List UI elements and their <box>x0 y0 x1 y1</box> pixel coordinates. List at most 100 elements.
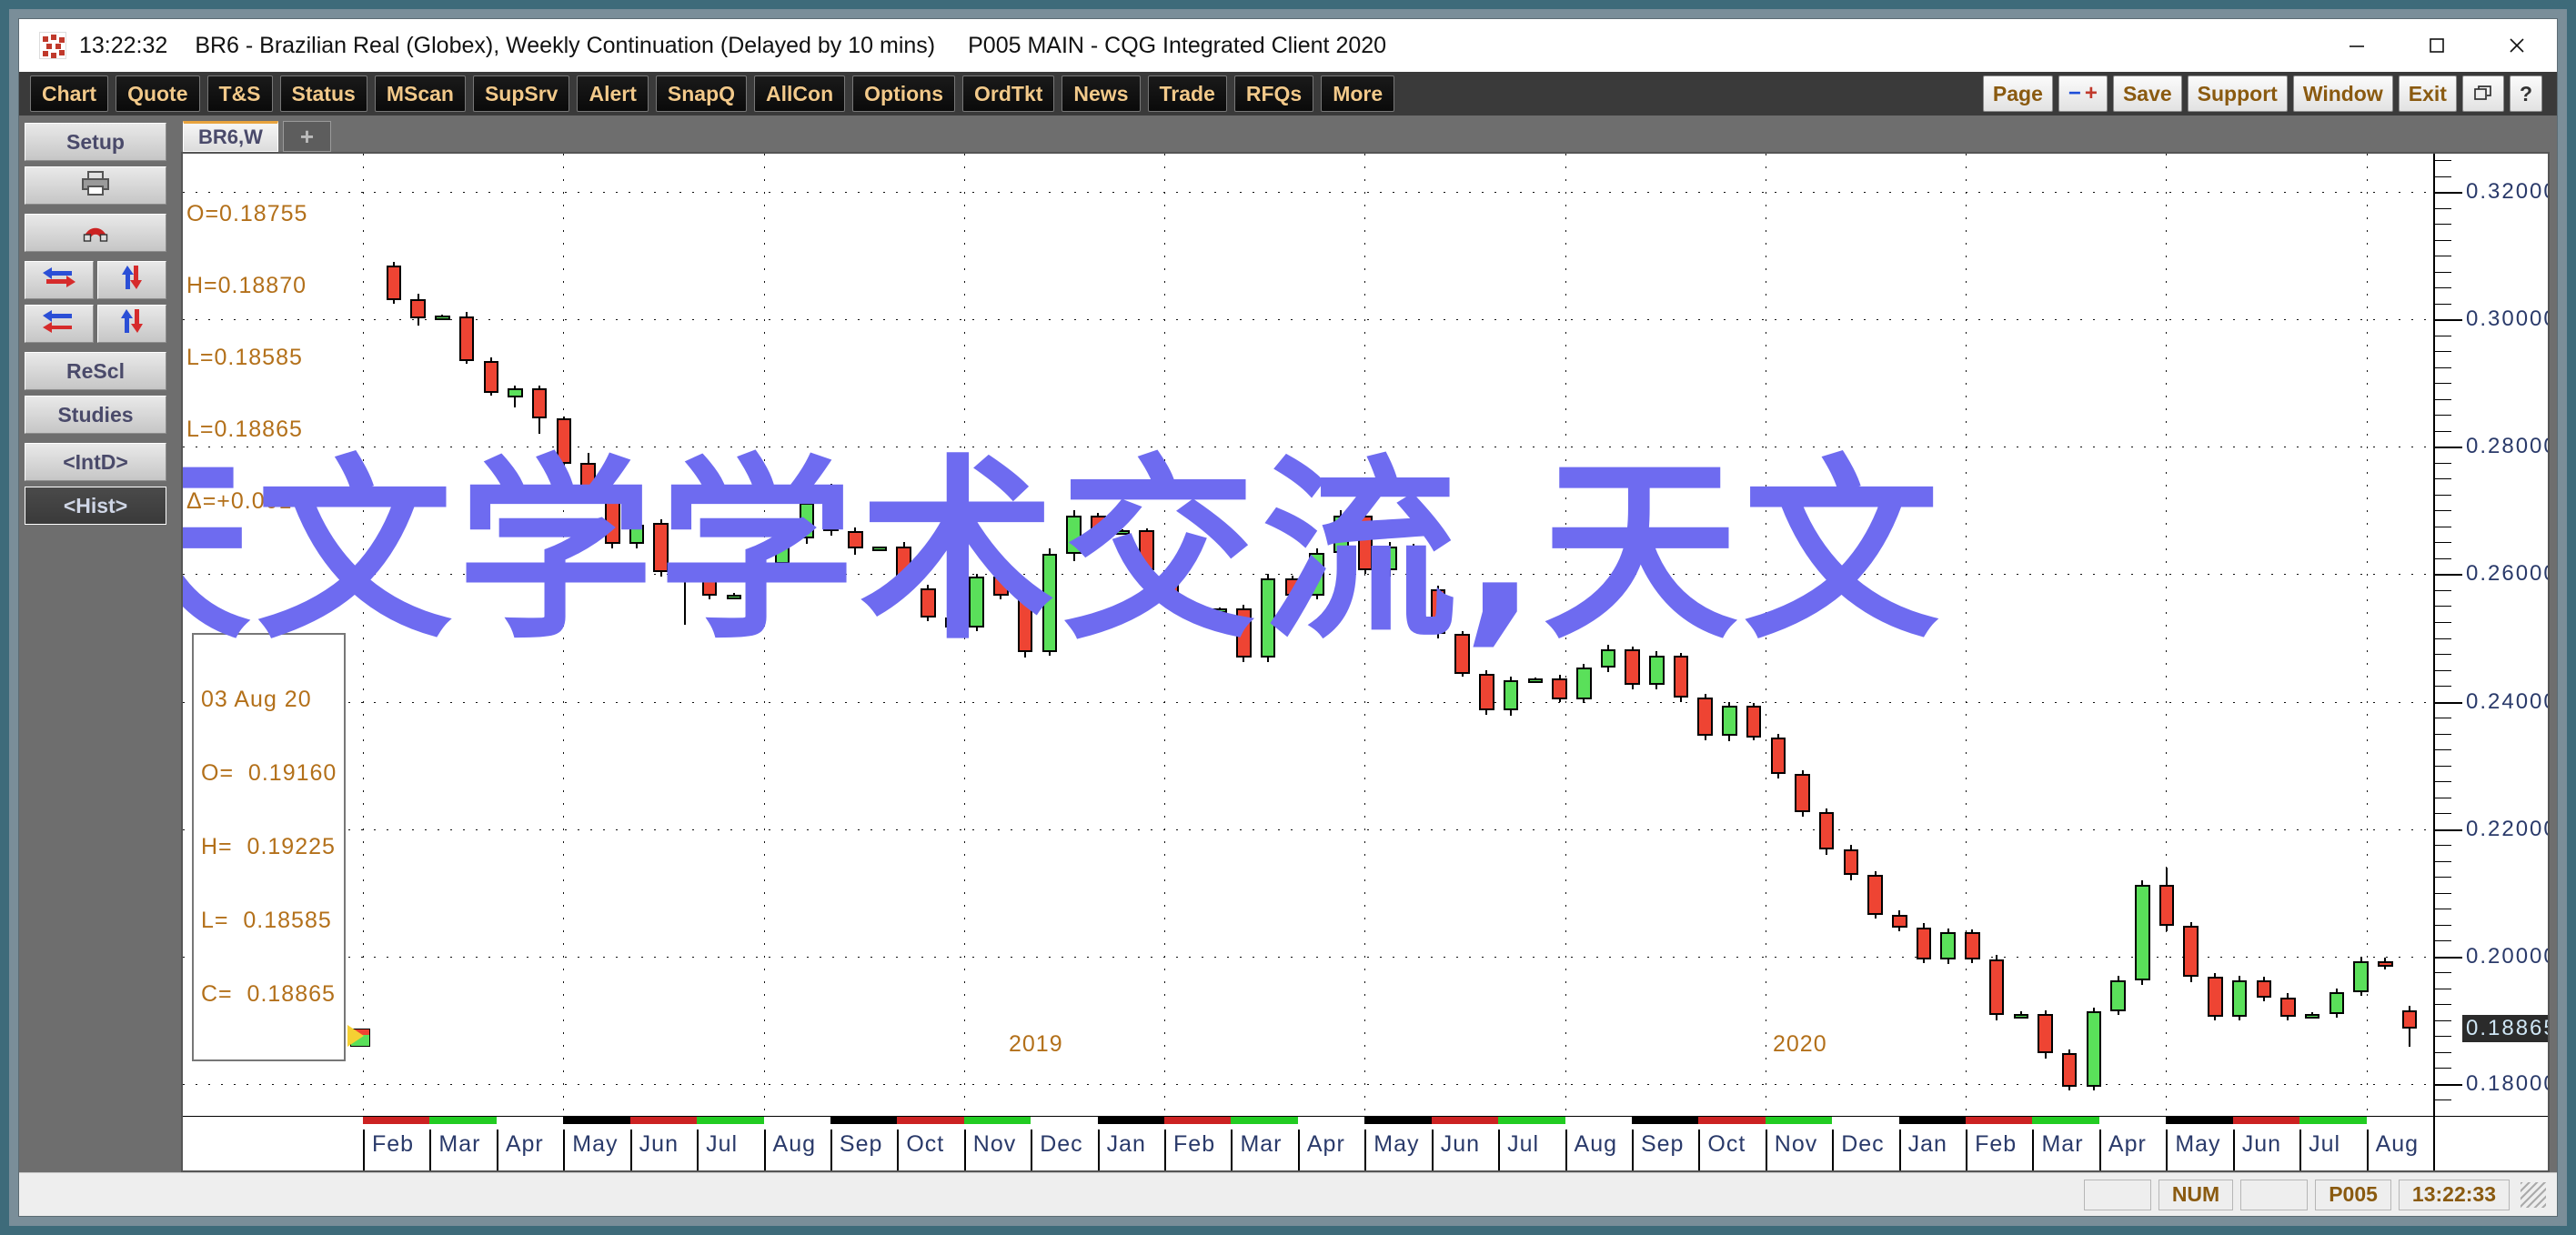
candle-body <box>848 530 863 549</box>
compress-vertical-button[interactable] <box>96 305 166 343</box>
contract-segment-bar <box>763 1117 830 1124</box>
candle-body <box>1066 515 1082 554</box>
time-axis-label: Jul <box>1507 1131 1540 1157</box>
price-axis-minor-tick <box>2435 557 2451 559</box>
toolbar-button-alert[interactable]: Alert <box>577 75 649 112</box>
price-axis[interactable]: 0.32000 0.30000 0.28000 0.26000 0.24000 0.220… <box>2433 154 2548 1117</box>
candlestick <box>1503 154 1519 1116</box>
candle-body <box>629 524 645 544</box>
rescale-button[interactable]: ReScl <box>25 352 166 390</box>
price-axis-minor-tick <box>2435 574 2451 576</box>
candle-body <box>2061 1053 2078 1087</box>
toolbar-button-quote[interactable]: Quote <box>116 75 200 112</box>
candle-body <box>1260 577 1276 658</box>
candle-body <box>944 618 961 628</box>
toolbar-button-ordtkt[interactable]: OrdTkt <box>962 75 1055 112</box>
price-axis-minor-tick <box>2435 686 2451 688</box>
candlestick <box>458 154 475 1116</box>
price-axis-minor-tick <box>2435 781 2451 783</box>
print-button[interactable] <box>25 166 166 205</box>
price-axis-minor-tick <box>2435 924 2451 926</box>
contract-segment-bar <box>897 1117 964 1124</box>
current-price-label: 0.18865 <box>2462 1015 2548 1043</box>
toolbar-button-rfqs[interactable]: RFQs <box>1233 75 1314 112</box>
candlestick <box>1673 154 1689 1116</box>
restore-window-button[interactable] <box>2461 75 2504 112</box>
status-time: 13:22:33 <box>2398 1179 2510 1210</box>
support-button[interactable]: Support <box>2187 75 2288 112</box>
page-button[interactable]: Page <box>1982 75 2053 112</box>
time-axis[interactable]: Feb Mar Apr May Jun Jul Aug Sep Oct Nov Dec Jan Feb M… <box>183 1116 2433 1170</box>
help-button[interactable]: ? <box>2509 75 2542 112</box>
candle-body <box>1940 932 1956 959</box>
candle-body <box>2353 961 2369 993</box>
candlestick <box>410 154 426 1116</box>
candle-body <box>701 567 718 597</box>
tab-br6-weekly[interactable]: BR6,W <box>183 121 278 152</box>
candle-body <box>1212 607 1228 613</box>
candle-body <box>605 496 620 544</box>
price-plot-area[interactable]: O=0.18755 H=0.18870 L=0.18585 L=0.18865 … <box>183 154 2433 1116</box>
instrument-title: BR6 - Brazilian Real (Globex), Weekly Co… <box>195 32 936 58</box>
toolbar-button-ts[interactable]: T&S <box>206 75 273 112</box>
time-axis-month-cell: Jul <box>2299 1130 2366 1170</box>
save-button[interactable]: Save <box>2112 75 2182 112</box>
candle-body <box>726 594 742 599</box>
candle-body <box>1163 570 1179 606</box>
pan-horizontal-button[interactable] <box>25 261 95 299</box>
candle-body <box>1552 678 1567 699</box>
bar-detail-close: C= 0.18865 <box>201 981 336 1007</box>
toolbar-button-options[interactable]: Options <box>852 75 956 112</box>
resize-grip[interactable] <box>2521 1181 2546 1208</box>
magnet-snap-button[interactable] <box>25 214 166 252</box>
minimize-button[interactable] <box>2317 19 2397 72</box>
setup-button[interactable]: Setup <box>25 123 166 161</box>
chart-container[interactable]: O=0.18755 H=0.18870 L=0.18585 L=0.18865 … <box>181 152 2550 1172</box>
toolbar-button-supsrv[interactable]: SupSrv <box>472 75 570 112</box>
time-axis-label: Aug <box>2375 1131 2420 1157</box>
toolbar-button-allcon[interactable]: AllCon <box>754 75 846 112</box>
close-button[interactable] <box>2477 19 2557 72</box>
candlestick <box>2329 154 2345 1116</box>
toolbar-button-trade[interactable]: Trade <box>1147 75 1227 112</box>
candlestick <box>701 154 718 1116</box>
contract-segment-bar <box>496 1117 564 1124</box>
candlestick <box>774 154 790 1116</box>
toolbar-button-chart[interactable]: Chart <box>30 75 109 112</box>
candlestick <box>1940 154 1956 1116</box>
time-axis-month-cell: Nov <box>1765 1130 1832 1170</box>
intraday-button[interactable]: <IntD> <box>25 443 166 481</box>
toolbar-button-mscan[interactable]: MScan <box>374 75 466 112</box>
exit-button[interactable]: Exit <box>2398 75 2457 112</box>
candle-body <box>1625 649 1640 686</box>
time-axis-label: Jun <box>2241 1131 2282 1157</box>
price-axis-minor-tick <box>2435 176 2451 177</box>
candlestick <box>483 154 499 1116</box>
price-axis-minor-tick <box>2435 765 2451 767</box>
pan-vertical-button[interactable] <box>96 261 166 299</box>
window-button[interactable]: Window <box>2292 75 2393 112</box>
candlestick <box>2378 154 2393 1116</box>
candlestick <box>871 154 888 1116</box>
candle-body <box>1382 546 1397 571</box>
toolbar-button-status[interactable]: Status <box>279 75 367 112</box>
studies-button[interactable]: Studies <box>25 396 166 434</box>
compress-horizontal-button[interactable] <box>25 305 95 343</box>
candlestick <box>1965 154 1980 1116</box>
toolbar-button-more[interactable]: More <box>1321 75 1395 112</box>
zoom-stepper-button[interactable]: − + <box>2058 75 2108 112</box>
bar-detail-box: 03 Aug 20 O= 0.19160 H= 0.19225 L= 0.185… <box>192 633 347 1061</box>
toolbar-button-news[interactable]: News <box>1062 75 1141 112</box>
body-area: Setup ReScl Studies <IntD> <Hist> BR6,W … <box>19 115 2557 1172</box>
candle-body <box>1916 927 1932 959</box>
contract-segment-bar <box>1164 1117 1232 1124</box>
contract-segment-bar <box>1031 1117 1098 1124</box>
add-tab-button[interactable]: + <box>282 121 332 152</box>
toolbar-button-snapq[interactable]: SnapQ <box>655 75 748 112</box>
candlestick <box>2231 154 2248 1116</box>
last-price-pointer-icon <box>347 1025 364 1048</box>
price-axis-minor-tick <box>2435 510 2451 512</box>
historical-button[interactable]: <Hist> <box>25 487 166 525</box>
zoom-out-icon: − <box>2068 81 2081 105</box>
maximize-button[interactable] <box>2397 19 2477 72</box>
